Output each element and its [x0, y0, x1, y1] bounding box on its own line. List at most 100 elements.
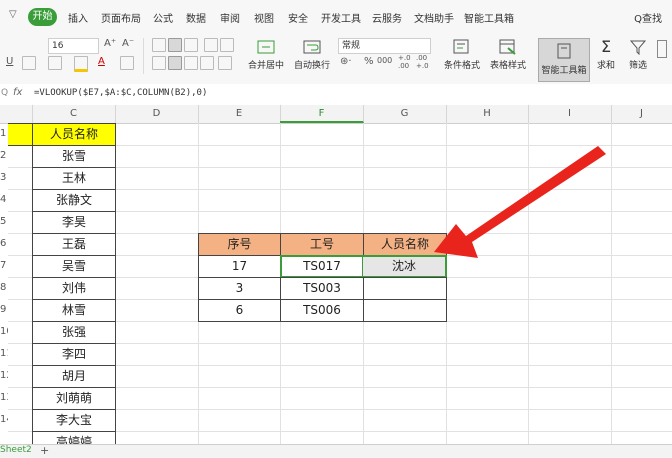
name-cell[interactable]: 王磊 [32, 233, 116, 256]
lookup-id-cell-selected[interactable]: TS017 [280, 255, 364, 278]
cell-style-icon[interactable] [48, 56, 62, 70]
tab-cloud[interactable]: 云服务 [372, 10, 402, 25]
name-cell[interactable]: 刘萌萌 [32, 387, 116, 410]
row-header-12[interactable]: 12 [0, 370, 8, 381]
column-header-e[interactable]: E [198, 105, 281, 123]
row-header-4[interactable]: 4 [0, 194, 8, 205]
sort-icon[interactable] [657, 40, 667, 58]
name-cell[interactable]: 胡月 [32, 365, 116, 388]
add-sheet-button[interactable]: + [40, 444, 49, 457]
grow-font-button[interactable]: A⁺ [104, 38, 116, 49]
formula-input[interactable]: =VLOOKUP($E7,$A:$C,COLUMN(B2),0) [34, 88, 207, 98]
name-cell[interactable]: 刘伟 [32, 277, 116, 300]
tab-insert[interactable]: 插入 [68, 10, 88, 25]
column-header-c[interactable]: C [32, 105, 116, 123]
inc-decimal-button[interactable]: +.0 .00 [398, 54, 412, 70]
distributed-icon[interactable] [218, 56, 232, 70]
name-cell[interactable]: 吴雪 [32, 255, 116, 278]
zoom-icon[interactable]: Q [1, 88, 8, 98]
dec-decimal-button[interactable]: .00 +.0 [416, 54, 430, 70]
row-header-3[interactable]: 3 [0, 172, 8, 183]
column-header-corner[interactable] [0, 105, 33, 123]
tab-security[interactable]: 安全 [288, 10, 308, 25]
column-header-i[interactable]: I [528, 105, 612, 123]
column-header-h[interactable]: H [446, 105, 529, 123]
tab-view[interactable]: 视图 [254, 10, 274, 25]
tab-page-layout[interactable]: 页面布局 [101, 10, 141, 25]
border-icon[interactable] [22, 56, 36, 70]
tab-start[interactable]: 开始 [28, 8, 57, 26]
lookup-name-cell[interactable] [363, 299, 447, 322]
tab-review[interactable]: 审阅 [220, 10, 240, 25]
wrap-text-button[interactable]: 自动换行 [290, 39, 334, 71]
number-format-select[interactable]: 常规 [338, 38, 431, 54]
lookup-seq-cell[interactable]: 17 [198, 255, 281, 278]
column-header-g[interactable]: G [363, 105, 447, 123]
name-cell[interactable]: 李四 [32, 343, 116, 366]
align-middle-icon[interactable] [168, 38, 182, 52]
filter-button[interactable]: 筛选 [624, 39, 652, 71]
row-header-10[interactable]: 10 [0, 326, 8, 337]
font-size-select[interactable]: 16 [48, 38, 99, 54]
indent-increase-icon[interactable] [220, 38, 234, 52]
align-bottom-icon[interactable] [184, 38, 198, 52]
lookup-id-cell[interactable]: TS003 [280, 277, 364, 300]
lookup-header-id[interactable]: 工号 [280, 233, 364, 256]
name-cell[interactable]: 林雪 [32, 299, 116, 322]
column-header-f[interactable]: F [280, 105, 364, 123]
fill-color-icon[interactable] [74, 56, 88, 72]
tab-data[interactable]: 数据 [186, 10, 206, 25]
underline-button[interactable]: U [6, 56, 13, 67]
name-cell[interactable]: 王林 [32, 167, 116, 190]
thousands-button[interactable]: 000 [377, 56, 392, 65]
search-tab[interactable]: Q查找 [634, 10, 662, 25]
lookup-header-seq[interactable]: 序号 [198, 233, 281, 256]
align-center-icon[interactable] [168, 56, 182, 70]
percent-button[interactable]: % [364, 56, 374, 67]
clear-format-icon[interactable] [120, 56, 134, 70]
tab-developer[interactable]: 开发工具 [321, 10, 361, 25]
align-left-icon[interactable] [152, 56, 166, 70]
row-header-9[interactable]: 9 [0, 304, 8, 315]
menu-dropdown-icon[interactable]: ▽ [9, 9, 17, 20]
row-header-13[interactable]: 13 [0, 392, 8, 403]
row-header-2[interactable]: 2 [0, 150, 8, 161]
name-cell[interactable]: 张静文 [32, 189, 116, 212]
sum-button[interactable]: Σ 求和 [594, 39, 618, 72]
row-header-7[interactable]: 7 [0, 260, 8, 271]
currency-icon[interactable]: ⊛· [340, 56, 352, 67]
column-header-j[interactable]: J [611, 105, 672, 123]
lookup-seq-cell[interactable]: 6 [198, 299, 281, 322]
row-header-1[interactable]: 1 [0, 128, 8, 139]
justify-icon[interactable] [200, 56, 214, 70]
align-right-icon[interactable] [184, 56, 198, 70]
name-cell[interactable]: 李昊 [32, 211, 116, 234]
name-cell[interactable]: 李大宝 [32, 409, 116, 432]
row-header-8[interactable]: 8 [0, 282, 8, 293]
shrink-font-button[interactable]: A⁻ [122, 38, 134, 49]
tab-formulas[interactable]: 公式 [153, 10, 173, 25]
table-style-button[interactable]: 表格样式 [486, 39, 530, 71]
row-header-11[interactable]: 11 [0, 348, 8, 359]
row-header-14[interactable]: 14 [0, 414, 8, 425]
fx-icon[interactable]: fx [13, 87, 22, 98]
cell-b-header[interactable] [8, 123, 32, 146]
lookup-id-cell[interactable]: TS006 [280, 299, 364, 322]
align-top-icon[interactable] [152, 38, 166, 52]
indent-decrease-icon[interactable] [204, 38, 218, 52]
row-header-5[interactable]: 5 [0, 216, 8, 227]
conditional-format-button[interactable]: 条件格式 [440, 39, 484, 71]
name-cell[interactable]: 高婷婷 [32, 431, 116, 444]
merge-center-button[interactable]: 合并居中 [244, 39, 288, 71]
names-header-cell[interactable]: 人员名称 [32, 123, 116, 146]
name-cell[interactable]: 张强 [32, 321, 116, 344]
row-header-6[interactable]: 6 [0, 238, 8, 249]
lookup-seq-cell[interactable]: 3 [198, 277, 281, 300]
font-color-icon[interactable]: A [98, 56, 105, 67]
sheet-tab[interactable]: Sheet2 [0, 445, 32, 455]
name-cell[interactable]: 张雪 [32, 145, 116, 168]
lookup-name-cell[interactable] [363, 277, 447, 300]
tab-doc-assistant[interactable]: 文档助手 [414, 10, 454, 25]
tab-smart-toolbox[interactable]: 智能工具箱 [464, 10, 514, 25]
smart-toolbox-button[interactable]: 智能工具箱 [538, 38, 590, 82]
